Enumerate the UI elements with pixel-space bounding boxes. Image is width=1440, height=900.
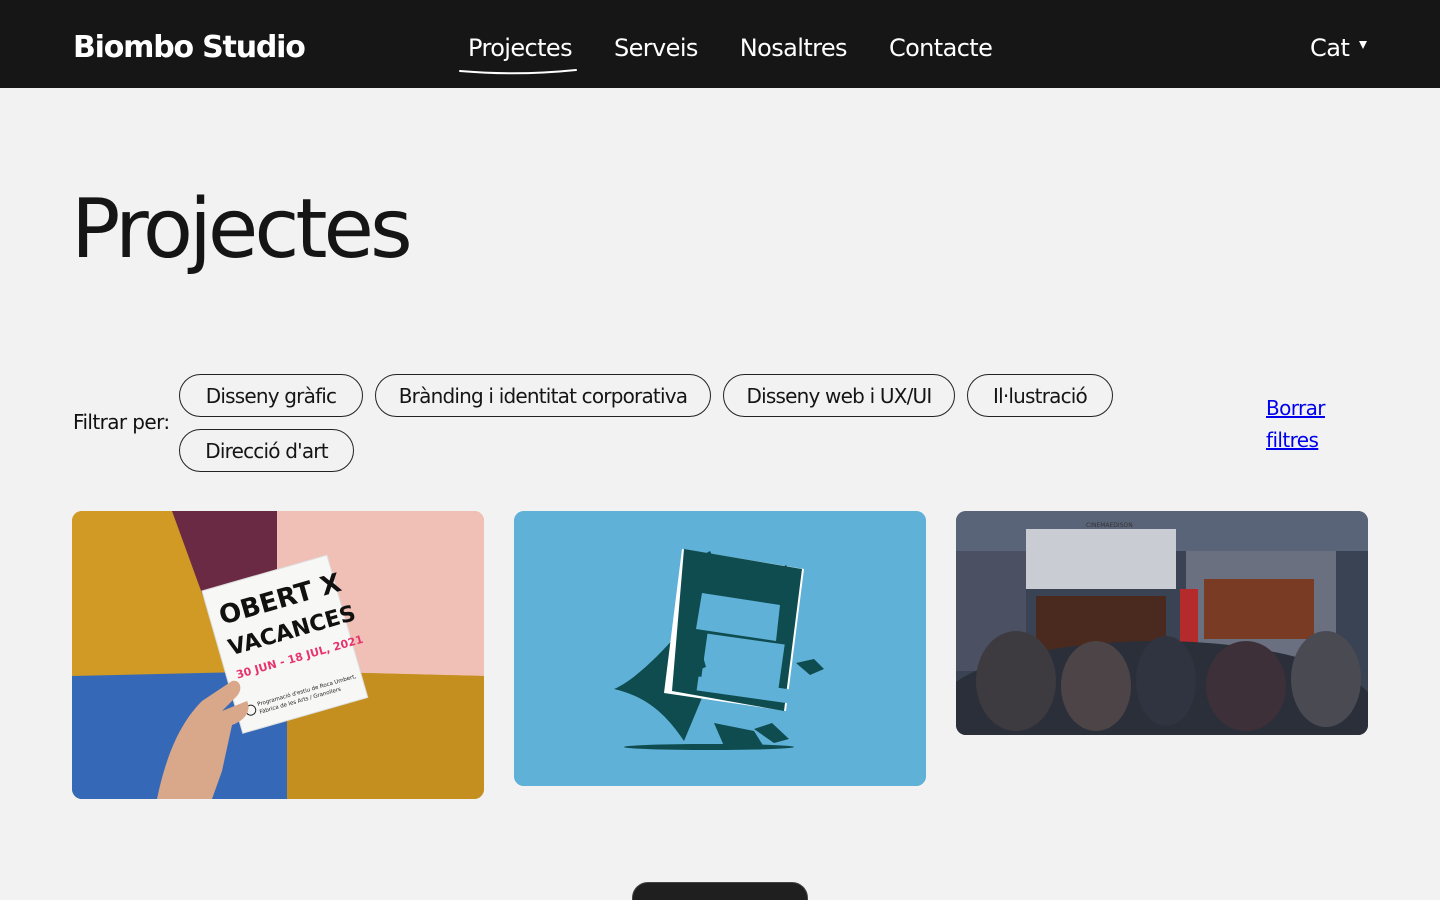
project-photo: CINEMAEDISON <box>956 511 1368 735</box>
project-image: OBERT X VACANCES 30 JUN - 18 JUL, 2021 P… <box>72 511 484 799</box>
main-nav: Projectes Serveis Nosaltres Contacte <box>458 34 1034 75</box>
floating-toolbar[interactable] <box>632 882 808 900</box>
page-title: Projectes <box>71 182 413 277</box>
caret-down-icon <box>1359 41 1368 49</box>
nav-item-serveis[interactable]: Serveis <box>614 34 698 62</box>
top-navigation-bar: Biombo Studio Projectes Serveis Nosaltre… <box>0 0 1440 88</box>
nav-item-label: Projectes <box>468 34 573 62</box>
project-card-cinema-edison[interactable]: CINEMAEDISON <box>956 511 1368 735</box>
logo[interactable]: Biombo Studio <box>73 30 306 65</box>
language-label: Cat <box>1310 34 1350 62</box>
filter-chip-disseny-web[interactable]: Disseny web i UX/UI <box>723 374 955 417</box>
filter-chip-disseny-grafic[interactable]: Disseny gràfic <box>179 374 363 417</box>
filter-label: Filtrar per: <box>73 410 170 434</box>
active-underline-icon <box>459 69 577 75</box>
project-illustration <box>514 511 926 786</box>
nav-item-nosaltres[interactable]: Nosaltres <box>740 34 848 62</box>
nav-item-projectes[interactable]: Projectes <box>458 34 582 75</box>
filter-chip-branding[interactable]: Brànding i identitat corporativa <box>375 374 711 417</box>
filter-chip-direccio-art[interactable]: Direcció d'art <box>179 429 354 472</box>
nav-item-contacte[interactable]: Contacte <box>889 34 993 62</box>
language-selector[interactable]: Cat <box>1310 34 1368 62</box>
project-card-obert-x-vacances[interactable]: OBERT X VACANCES 30 JUN - 18 JUL, 2021 P… <box>72 511 484 799</box>
filter-chip-illustracio[interactable]: Il·lustració <box>967 374 1113 417</box>
clear-filters-link[interactable]: Borrar filtres <box>1266 392 1346 456</box>
cinema-sign: CINEMAEDISON <box>1086 522 1133 529</box>
project-card-book-superhero[interactable] <box>514 511 926 786</box>
